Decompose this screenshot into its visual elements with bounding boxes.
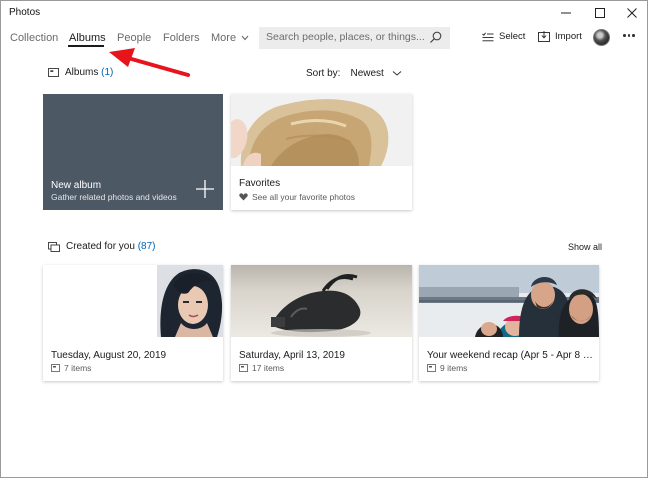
memory-count: 7 items	[64, 363, 92, 373]
memory-card[interactable]: Your weekend recap (Apr 5 - Apr 8 201...…	[419, 265, 599, 381]
import-label: Import	[555, 31, 582, 42]
sort-value: Newest	[350, 68, 384, 79]
new-album-tile[interactable]: New album Gather related photos and vide…	[43, 94, 223, 210]
memory-count: 9 items	[440, 363, 468, 373]
created-count: (87)	[137, 241, 156, 252]
items-icon	[51, 364, 60, 372]
favorites-photo	[231, 94, 412, 166]
select-icon	[482, 32, 494, 41]
albums-heading: Albums (1)	[48, 67, 113, 78]
tab-more[interactable]: More	[211, 32, 249, 44]
favorites-subtitle-row: See all your favorite photos	[239, 192, 355, 202]
minimize-icon	[561, 12, 571, 14]
memory-count-row: 9 items	[427, 363, 467, 373]
new-album-title: New album	[51, 180, 102, 191]
items-icon	[239, 364, 248, 372]
memory-thumbnail	[419, 265, 599, 337]
search-icon[interactable]	[429, 31, 442, 44]
close-button[interactable]	[615, 1, 648, 25]
select-label: Select	[499, 31, 526, 42]
created-title: Created for you	[66, 241, 135, 252]
maximize-button[interactable]	[583, 1, 617, 25]
photos-window: Photos Collection Albums People Folders …	[0, 0, 648, 478]
tab-albums[interactable]: Albums	[69, 32, 106, 44]
items-icon	[427, 364, 436, 372]
created-heading: Created for you (87)	[48, 241, 156, 252]
memory-thumbnail	[43, 265, 223, 337]
album-icon	[48, 68, 59, 77]
tab-people[interactable]: People	[117, 32, 151, 44]
created-icon	[48, 241, 60, 252]
heart-icon	[239, 193, 248, 201]
tab-collection[interactable]: Collection	[10, 32, 58, 44]
tab-more-label: More	[211, 32, 237, 44]
import-button[interactable]: Import	[538, 31, 582, 42]
search-input[interactable]: Search people, places, or things...	[266, 31, 425, 43]
memory-count-row: 7 items	[51, 363, 91, 373]
minimize-button[interactable]	[549, 1, 583, 25]
more-icon[interactable]	[623, 34, 635, 37]
title-bar: Photos	[1, 1, 647, 25]
memory-photo	[231, 265, 412, 337]
favorites-thumbnail	[231, 94, 412, 166]
favorites-album-card[interactable]: Favorites See all your favorite photos	[231, 94, 412, 210]
sort-dropdown[interactable]: Sort by: Newest	[306, 68, 404, 79]
sort-label: Sort by:	[306, 68, 341, 79]
avatar[interactable]	[593, 29, 610, 46]
memory-card[interactable]: Saturday, April 13, 2019 17 items	[231, 265, 412, 381]
show-all-link[interactable]: Show all	[568, 242, 602, 252]
memory-title: Your weekend recap (Apr 5 - Apr 8 201...	[427, 350, 597, 361]
arrow-annotation	[109, 48, 190, 77]
favorites-title: Favorites	[239, 178, 281, 189]
maximize-icon	[595, 8, 605, 18]
albums-title: Albums	[65, 67, 99, 78]
memory-count-row: 17 items	[239, 363, 284, 373]
memory-title: Saturday, April 13, 2019	[239, 350, 345, 361]
import-icon	[538, 31, 550, 42]
memory-photo	[43, 265, 223, 337]
memory-count: 17 items	[252, 363, 285, 373]
select-button[interactable]: Select	[482, 31, 525, 42]
app-title: Photos	[9, 7, 41, 18]
memory-card[interactable]: Tuesday, August 20, 2019 7 items	[43, 265, 223, 381]
chevron-down-icon	[241, 35, 249, 41]
favorites-subtitle: See all your favorite photos	[252, 192, 356, 202]
memory-title: Tuesday, August 20, 2019	[51, 350, 167, 361]
albums-count: (1)	[101, 67, 114, 78]
active-tab-indicator	[68, 45, 104, 47]
memory-thumbnail	[231, 265, 412, 337]
memory-photo	[419, 265, 599, 337]
search-box[interactable]: Search people, places, or things...	[259, 27, 450, 49]
chevron-down-icon	[392, 71, 402, 76]
plus-icon	[196, 180, 214, 198]
tab-folders[interactable]: Folders	[163, 32, 200, 44]
new-album-subtitle: Gather related photos and videos	[51, 192, 177, 202]
close-icon	[627, 8, 637, 18]
